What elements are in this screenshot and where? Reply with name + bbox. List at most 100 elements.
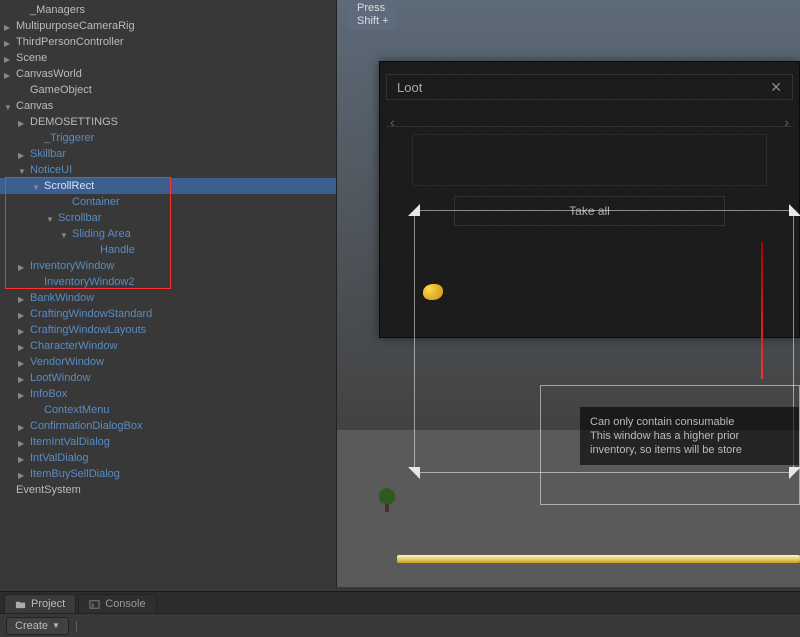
hierarchy-item-label: ItemBuySellDialog bbox=[30, 468, 120, 480]
hierarchy-item-vendorwindow[interactable]: VendorWindow bbox=[0, 354, 336, 370]
hierarchy-item-craftingwindowstandard[interactable]: CraftingWindowStandard bbox=[0, 306, 336, 322]
hierarchy-item-label: DEMOSETTINGS bbox=[30, 116, 118, 128]
expand-arrow-icon[interactable] bbox=[18, 373, 29, 384]
chevron-down-icon: ▼ bbox=[52, 621, 60, 630]
hierarchy-item-label: CanvasWorld bbox=[16, 68, 82, 80]
hierarchy-item-infobox[interactable]: InfoBox bbox=[0, 386, 336, 402]
expand-arrow-icon[interactable] bbox=[18, 309, 29, 320]
hierarchy-item-canvasworld[interactable]: CanvasWorld bbox=[0, 66, 336, 82]
hierarchy-item-sliding-area[interactable]: Sliding Area bbox=[0, 226, 336, 242]
scene-view[interactable]: Press Shift + Loot ✕ ‹ › Take all Can on… bbox=[337, 0, 800, 587]
expand-arrow-icon[interactable] bbox=[18, 357, 29, 368]
hierarchy-item-noticeui[interactable]: NoticeUI bbox=[0, 162, 336, 178]
expand-arrow-icon[interactable] bbox=[18, 149, 29, 160]
expand-arrow-icon bbox=[88, 245, 99, 256]
hierarchy-item-label: BankWindow bbox=[30, 292, 94, 304]
bottom-tab-bar: Project Console bbox=[0, 591, 800, 613]
expand-arrow-icon[interactable] bbox=[18, 261, 29, 272]
expand-arrow-icon[interactable] bbox=[18, 437, 29, 448]
divider bbox=[386, 126, 793, 127]
hierarchy-item-eventsystem[interactable]: EventSystem bbox=[0, 482, 336, 498]
loot-title-bar[interactable]: Loot ✕ bbox=[386, 74, 793, 100]
hierarchy-item-label: Sliding Area bbox=[72, 228, 131, 240]
scrollbar-gizmo bbox=[761, 242, 763, 379]
hierarchy-panel[interactable]: _Managers MultipurposeCameraRigThirdPerso… bbox=[0, 0, 337, 587]
hierarchy-item-contextmenu[interactable]: ContextMenu bbox=[0, 402, 336, 418]
expand-arrow-icon[interactable] bbox=[4, 69, 15, 80]
hierarchy-item-label: Scrollbar bbox=[58, 212, 101, 224]
expand-arrow-icon[interactable] bbox=[18, 293, 29, 304]
hierarchy-item-label: ScrollRect bbox=[44, 180, 94, 192]
hint-line1: Press bbox=[357, 2, 385, 14]
hierarchy-item-canvas[interactable]: Canvas bbox=[0, 98, 336, 114]
handle-bl[interactable] bbox=[408, 467, 420, 479]
hierarchy-item-gameobject[interactable]: GameObject bbox=[0, 82, 336, 98]
expand-arrow-icon bbox=[60, 197, 71, 208]
hierarchy-item-handle[interactable]: Handle bbox=[0, 242, 336, 258]
hierarchy-item-thirdpersoncontroller[interactable]: ThirdPersonController bbox=[0, 34, 336, 50]
hierarchy-item-demosettings[interactable]: DEMOSETTINGS bbox=[0, 114, 336, 130]
expand-arrow-icon[interactable] bbox=[60, 229, 71, 240]
expand-arrow-icon bbox=[4, 485, 15, 496]
expand-arrow-icon[interactable] bbox=[4, 101, 15, 112]
close-icon[interactable]: ✕ bbox=[770, 79, 782, 96]
hint-line2: Shift + bbox=[357, 15, 389, 27]
expand-arrow-icon[interactable] bbox=[18, 341, 29, 352]
create-button[interactable]: Create ▼ bbox=[6, 617, 69, 635]
hierarchy-item-label: _Managers bbox=[30, 4, 85, 16]
hierarchy-item-label: Container bbox=[72, 196, 120, 208]
hierarchy-item-label: NoticeUI bbox=[30, 164, 72, 176]
handle-tl[interactable] bbox=[408, 204, 420, 216]
hierarchy-item-label: Handle bbox=[100, 244, 135, 256]
hierarchy-item-multipurposecamerarig[interactable]: MultipurposeCameraRig bbox=[0, 18, 336, 34]
hierarchy-item-bankwindow[interactable]: BankWindow bbox=[0, 290, 336, 306]
expand-arrow-icon[interactable] bbox=[18, 421, 29, 432]
handle-tr[interactable] bbox=[789, 204, 800, 216]
hierarchy-item-scrollrect[interactable]: ScrollRect bbox=[0, 178, 336, 194]
hierarchy-item-inventorywindow2[interactable]: InventoryWindow2 bbox=[0, 274, 336, 290]
project-toolbar: Create ▼ | bbox=[0, 613, 800, 637]
hierarchy-item-lootwindow[interactable]: LootWindow bbox=[0, 370, 336, 386]
chevron-left-icon[interactable]: ‹ bbox=[386, 110, 399, 134]
hierarchy-item-label: IntValDialog bbox=[30, 452, 89, 464]
expand-arrow-icon bbox=[32, 133, 43, 144]
hierarchy-item-skillbar[interactable]: Skillbar bbox=[0, 146, 336, 162]
hierarchy-item-characterwindow[interactable]: CharacterWindow bbox=[0, 338, 336, 354]
shortcut-hint-pill: Press Shift + bbox=[349, 0, 397, 30]
hierarchy-item-confirmationdialogbox[interactable]: ConfirmationDialogBox bbox=[0, 418, 336, 434]
tooltip-line1: Can only contain consumable bbox=[590, 416, 734, 428]
hierarchy-item-label: InventoryWindow2 bbox=[44, 276, 135, 288]
tab-project[interactable]: Project bbox=[4, 594, 76, 613]
hierarchy-item-label: ItemIntValDialog bbox=[30, 436, 110, 448]
expand-arrow-icon[interactable] bbox=[32, 181, 43, 192]
hierarchy-item-scene[interactable]: Scene bbox=[0, 50, 336, 66]
hierarchy-item-inventorywindow[interactable]: InventoryWindow bbox=[0, 258, 336, 274]
loot-slot-row[interactable] bbox=[412, 134, 767, 186]
hierarchy-item-scrollbar[interactable]: Scrollbar bbox=[0, 210, 336, 226]
tooltip-line3: inventory, so items will be store bbox=[590, 444, 742, 456]
hierarchy-item-label: Canvas bbox=[16, 100, 53, 112]
hierarchy-item--triggerer[interactable]: _Triggerer bbox=[0, 130, 336, 146]
expand-arrow-icon[interactable] bbox=[18, 325, 29, 336]
chevron-right-icon[interactable]: › bbox=[780, 110, 793, 134]
expand-arrow-icon[interactable] bbox=[18, 469, 29, 480]
expand-arrow-icon[interactable] bbox=[18, 165, 29, 176]
tab-project-label: Project bbox=[31, 598, 65, 610]
expand-arrow-icon[interactable] bbox=[18, 117, 29, 128]
hierarchy-item-itembuyselldialog[interactable]: ItemBuySellDialog bbox=[0, 466, 336, 482]
expand-arrow-icon[interactable] bbox=[4, 21, 15, 32]
hierarchy-item-label: EventSystem bbox=[16, 484, 81, 496]
expand-arrow-icon[interactable] bbox=[46, 213, 57, 224]
expand-arrow-icon[interactable] bbox=[4, 37, 15, 48]
hierarchy-item-container[interactable]: Container bbox=[0, 194, 336, 210]
hierarchy-item-label: InventoryWindow bbox=[30, 260, 114, 272]
hierarchy-item-intvaldialog[interactable]: IntValDialog bbox=[0, 450, 336, 466]
hierarchy-item-craftingwindowlayouts[interactable]: CraftingWindowLayouts bbox=[0, 322, 336, 338]
separator: | bbox=[75, 620, 78, 632]
expand-arrow-icon[interactable] bbox=[18, 453, 29, 464]
hierarchy-item--managers[interactable]: _Managers bbox=[0, 2, 336, 18]
expand-arrow-icon[interactable] bbox=[4, 53, 15, 64]
hierarchy-item-itemintvaldialog[interactable]: ItemIntValDialog bbox=[0, 434, 336, 450]
expand-arrow-icon[interactable] bbox=[18, 389, 29, 400]
tab-console[interactable]: Console bbox=[78, 594, 156, 613]
